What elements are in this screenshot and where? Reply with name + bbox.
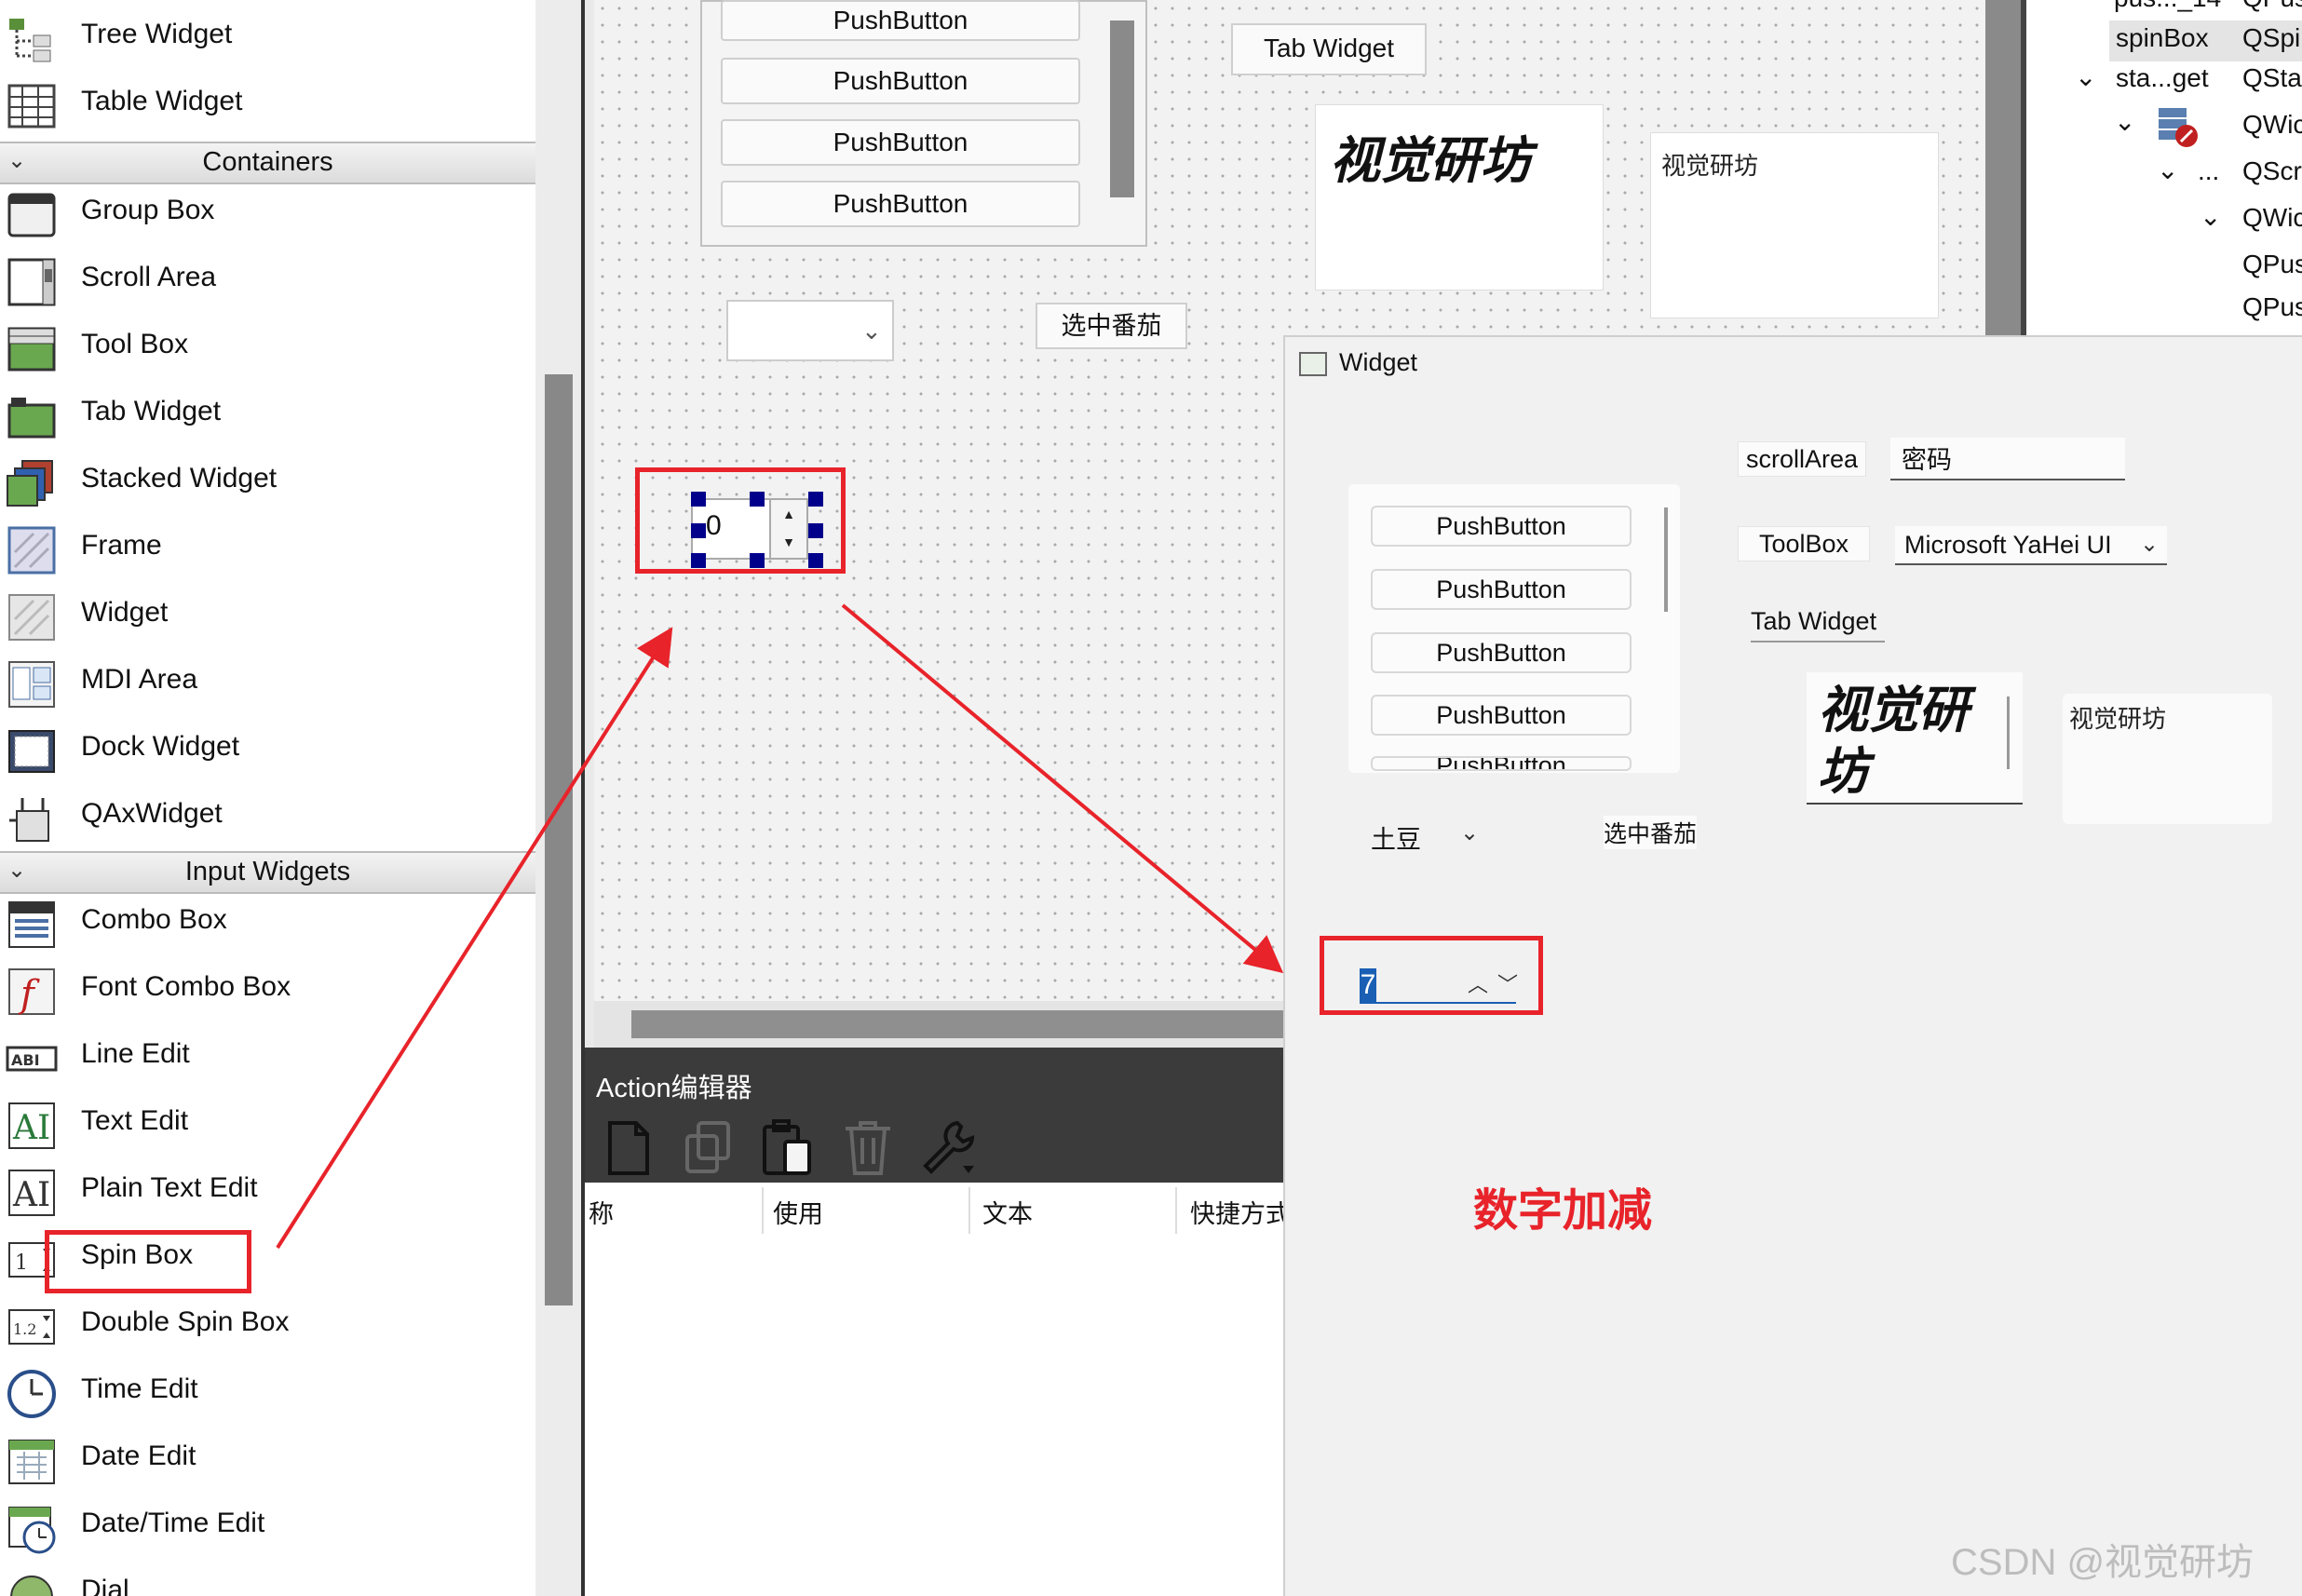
- annotation-arrows: [276, 603, 1284, 1250]
- arrow-to-designer-spinbox: [276, 627, 673, 1250]
- arrow-to-preview-spinbox: [841, 603, 1284, 974]
